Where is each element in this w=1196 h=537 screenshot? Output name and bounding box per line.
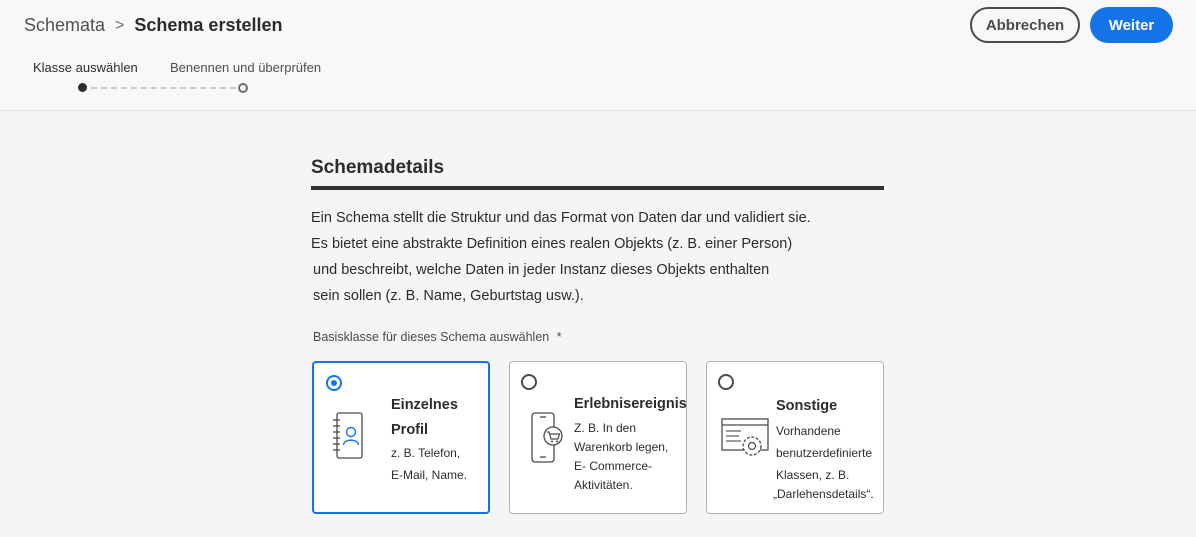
step-indicator-pending bbox=[238, 83, 248, 93]
card-description-line: Aktivitäten. bbox=[574, 478, 633, 492]
step-indicator-active bbox=[78, 83, 87, 92]
class-option-experience-event[interactable]: Erlebnisereignis Z. B. In den Warenkorb … bbox=[509, 361, 687, 514]
section-divider bbox=[311, 186, 884, 190]
description-line: Ein Schema stellt die Struktur und das F… bbox=[311, 210, 811, 226]
card-title-line: Einzelnes bbox=[391, 397, 458, 413]
mobile-cart-icon bbox=[531, 412, 563, 463]
required-marker: * bbox=[556, 330, 562, 344]
radio-button[interactable] bbox=[718, 374, 734, 390]
step-label-name-review: Benennen und überprüfen bbox=[170, 60, 322, 75]
section-title: Schemadetails bbox=[311, 157, 445, 178]
card-description-line: z. B. Telefon, bbox=[391, 446, 461, 460]
card-description-line: „Darlehensdetails“. bbox=[773, 487, 874, 501]
page-header: Schemata > Schema erstellen Abbrechen We… bbox=[0, 0, 1196, 111]
base-class-label-text: Basisklasse für dieses Schema auswählen bbox=[313, 330, 550, 344]
class-option-other[interactable]: Sonstige Vorhandene benutzerdefinierte K… bbox=[706, 361, 884, 514]
base-class-field-label: Basisklasse für dieses Schema auswählen … bbox=[313, 330, 562, 344]
card-description-line: E-Mail, Name. bbox=[391, 468, 468, 482]
breadcrumb-schemata-link[interactable]: Schemata bbox=[24, 15, 105, 36]
class-option-individual-profile[interactable]: Einzelnes Profil z. B. Telefon, E-Mail, … bbox=[312, 361, 490, 514]
radio-button-selected[interactable] bbox=[326, 375, 342, 391]
step-label-select-class: Klasse auswählen bbox=[33, 60, 138, 75]
next-button[interactable]: Weiter bbox=[1090, 7, 1173, 43]
description-line: sein sollen (z. B. Name, Geburtstag usw.… bbox=[313, 288, 584, 304]
description-line: und beschreibt, welche Daten in jeder In… bbox=[313, 262, 770, 278]
card-title-line: Sonstige bbox=[776, 398, 838, 414]
card-title-line: Profil bbox=[391, 422, 429, 438]
card-description-line: benutzerdefinierte bbox=[776, 446, 873, 460]
description-line: Es bietet eine abstrakte Definition eine… bbox=[311, 236, 793, 252]
contact-book-icon bbox=[333, 412, 363, 459]
card-title-line: Erlebnisereignis bbox=[574, 396, 687, 412]
breadcrumb-separator-icon: > bbox=[115, 16, 125, 34]
card-description-line: Vorhandene bbox=[776, 424, 841, 438]
radio-button[interactable] bbox=[521, 374, 537, 390]
cancel-button[interactable]: Abbrechen bbox=[970, 7, 1080, 43]
step-connector bbox=[91, 87, 236, 89]
page-title: Schema erstellen bbox=[134, 15, 283, 35]
window-gear-icon bbox=[721, 418, 769, 456]
breadcrumb: Schemata > Schema erstellen bbox=[24, 15, 282, 36]
